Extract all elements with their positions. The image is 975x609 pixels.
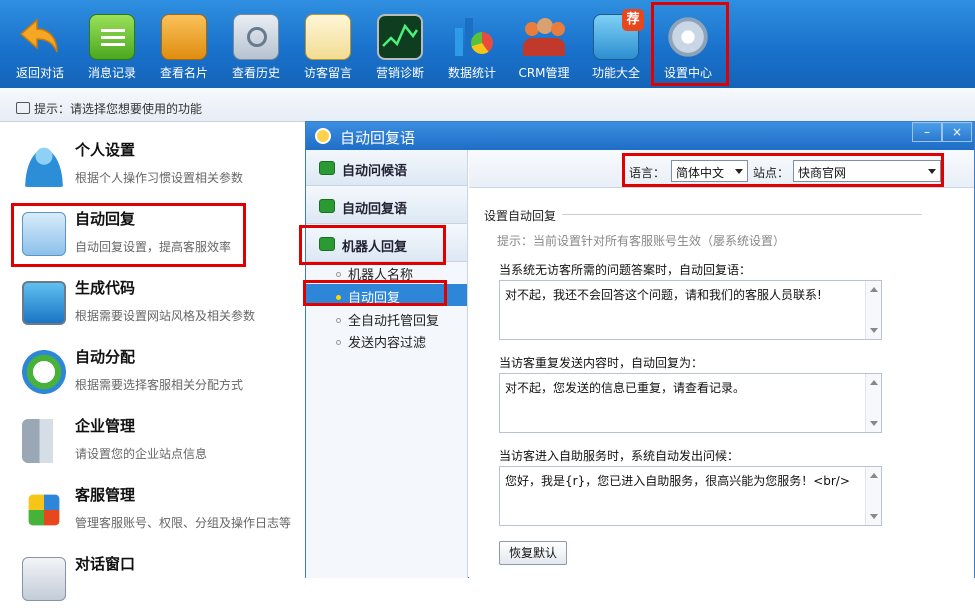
feature-enterprise-manage[interactable]: 企业管理 请设置您的企业站点信息 xyxy=(12,409,302,471)
toolbar-data-stats[interactable]: 数据统计 xyxy=(442,6,502,82)
toolbar-view-history[interactable]: 查看历史 xyxy=(226,6,286,82)
restore-default-button[interactable]: 恢复默认 xyxy=(499,541,567,565)
highlight-settings-center xyxy=(651,2,729,86)
chat-bubble-icon xyxy=(319,161,335,175)
section-title: 设置自动回复 xyxy=(484,209,557,223)
building-icon xyxy=(22,419,66,463)
monitor-icon xyxy=(22,281,66,325)
feature-service-manage[interactable]: 客服管理 管理客服账号、权限、分组及操作日志等 xyxy=(12,478,302,540)
apps-icon: 荐 xyxy=(593,9,644,60)
note-icon xyxy=(305,14,351,60)
people-icon xyxy=(521,14,567,60)
tab-auto-reply[interactable]: 自动回复语 xyxy=(306,188,467,224)
label-self-service: 当访客进入自助服务时，系统自动发出问候： xyxy=(499,449,740,463)
toolbar-visitor-message[interactable]: 访客留言 xyxy=(298,6,358,82)
message-icon xyxy=(89,14,135,60)
scrollbar[interactable] xyxy=(865,467,881,525)
minimize-button[interactable]: – xyxy=(912,122,942,142)
dialog-content: 语言： 简体中文 站点： 快商官网 设置自动回复 提示：当前设置针对所有客服账号… xyxy=(469,150,974,578)
hint-bar: 提示：请选择您想要使用的功能 xyxy=(0,88,975,122)
close-button[interactable]: × xyxy=(942,122,972,142)
scrollbar[interactable] xyxy=(865,374,881,432)
toolbar-message-log[interactable]: 消息记录 xyxy=(82,6,142,82)
sub-full-auto-hosting[interactable]: 全自动托管回复 xyxy=(336,310,439,329)
reply-icon xyxy=(319,199,335,213)
feature-list: 个人设置 根据个人操作习惯设置相关参数 自动回复 自动回复设置，提高客服效率 生… xyxy=(0,123,305,601)
stats-icon xyxy=(449,14,495,60)
sub-content-filter[interactable]: 发送内容过滤 xyxy=(336,332,426,351)
toolbar-marketing-diagnosis[interactable]: 营销诊断 xyxy=(370,6,430,82)
toolbar-back-chat[interactable]: 返回对话 xyxy=(10,6,70,82)
label-repeat-content: 当访客重复发送内容时，自动回复为： xyxy=(499,356,704,370)
filter-bar: 语言： 简体中文 站点： 快商官网 xyxy=(469,150,974,188)
card-icon xyxy=(161,14,207,60)
back-arrow-icon xyxy=(17,14,63,60)
grid-icon xyxy=(28,494,60,526)
toolbar-view-card[interactable]: 查看名片 xyxy=(154,6,214,82)
dialog-title-bar: 自动回复语 – × xyxy=(306,122,974,150)
tab-auto-greeting[interactable]: 自动问候语 xyxy=(306,150,467,186)
auto-reply-dialog: 自动回复语 – × 自动问候语 自动回复语 机器人回复 机器人名称 自动回复 全… xyxy=(299,121,975,578)
toolbar-all-features[interactable]: 荐 功能大全 xyxy=(586,6,646,82)
highlight-auto-reply xyxy=(11,203,246,267)
section-divider xyxy=(562,214,922,215)
toolbar-crm[interactable]: CRM管理 xyxy=(514,6,574,82)
highlight-filter-bar xyxy=(622,153,944,187)
feature-auto-assign[interactable]: 自动分配 根据需要选择客服相关分配方式 xyxy=(12,340,302,402)
feature-personal-settings[interactable]: 个人设置 根据个人操作习惯设置相关参数 xyxy=(12,133,302,195)
chart-icon xyxy=(377,14,423,60)
refresh-icon xyxy=(22,350,66,394)
textarea-repeat-content[interactable]: 对不起，您发送的信息已重复，请查看记录。 xyxy=(499,373,882,433)
bullet-icon xyxy=(336,272,341,277)
history-icon xyxy=(233,14,279,60)
recommend-badge: 荐 xyxy=(622,9,644,31)
scrollbar[interactable] xyxy=(865,281,881,339)
textarea-self-service[interactable]: 您好，我是{r}，您已进入自助服务，很高兴能为您服务！<br/> xyxy=(499,466,882,526)
bullet-icon xyxy=(336,340,341,345)
bullet-icon xyxy=(336,318,341,323)
highlight-robot-reply xyxy=(299,225,446,265)
label-no-answer: 当系统无访客所需的问题答案时，自动回复语： xyxy=(499,263,752,277)
highlight-sub-auto-reply xyxy=(303,280,447,306)
dialog-nav: 自动问候语 自动回复语 机器人回复 机器人名称 自动回复 全自动托管回复 发送内… xyxy=(299,150,468,578)
person-icon xyxy=(22,143,66,187)
book-icon xyxy=(16,102,30,114)
feature-generate-code[interactable]: 生成代码 根据需要设置网站风格及相关参数 xyxy=(12,271,302,333)
main-toolbar: 返回对话 消息记录 查看名片 查看历史 访客留言 营销诊断 数据统计 CRM管理… xyxy=(0,0,975,88)
app-logo-icon xyxy=(315,128,331,144)
tip-text: 提示：当前设置针对所有客服账号生效（屡系统设置） xyxy=(497,234,786,248)
chat-window-icon xyxy=(22,557,66,601)
textarea-no-answer[interactable]: 对不起，我还不会回答这个问题，请和我们的客服人员联系! xyxy=(499,280,882,340)
feature-chat-window[interactable]: 对话窗口 xyxy=(12,547,302,609)
